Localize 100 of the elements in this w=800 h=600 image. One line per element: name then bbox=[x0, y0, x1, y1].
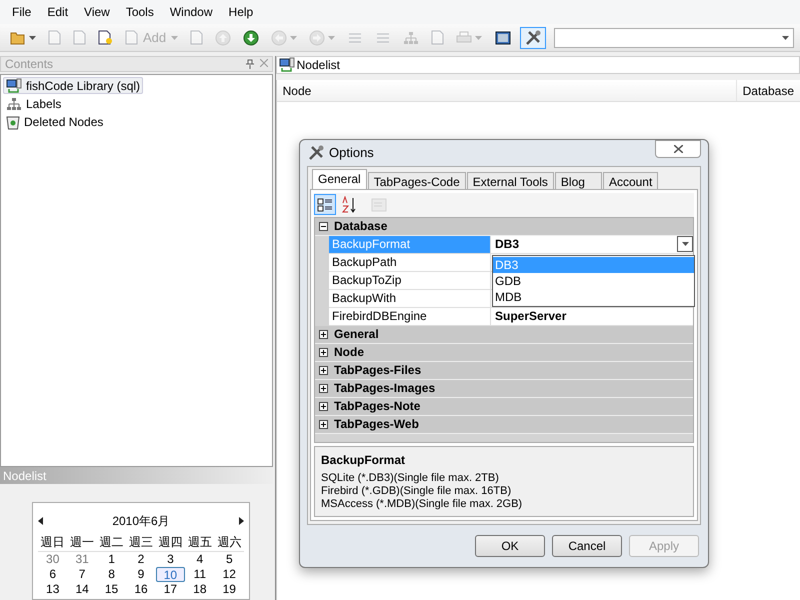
expand-icon[interactable] bbox=[319, 384, 328, 393]
next-month-icon[interactable] bbox=[239, 517, 244, 525]
printer-icon bbox=[456, 30, 472, 44]
calendar-day[interactable]: 15 bbox=[96, 582, 126, 597]
calendar-day[interactable]: 18 bbox=[185, 582, 215, 597]
page-icon bbox=[190, 30, 204, 45]
previous-month-icon[interactable] bbox=[38, 517, 43, 525]
weekday-label: 週日 bbox=[40, 534, 66, 551]
weekday-label: 週一 bbox=[69, 534, 96, 551]
dialog-button[interactable]: Cancel bbox=[552, 534, 622, 557]
description-title: BackupFormat bbox=[321, 452, 406, 469]
category-row[interactable]: Database bbox=[315, 218, 693, 236]
property-name[interactable]: BackupToZip bbox=[329, 272, 491, 290]
menu-item[interactable]: Edit bbox=[39, 3, 76, 21]
calendar-day[interactable]: 3 bbox=[156, 552, 186, 567]
dialog-tab[interactable]: Blog bbox=[554, 172, 602, 189]
weekday-label: 週三 bbox=[128, 534, 154, 551]
calendar-day[interactable]: 16 bbox=[126, 582, 156, 597]
calendar-day[interactable]: 6 bbox=[38, 567, 68, 582]
dialog-tab[interactable]: Account bbox=[602, 172, 658, 189]
expand-icon[interactable] bbox=[319, 366, 328, 375]
calendar-day[interactable]: 11 bbox=[185, 567, 215, 582]
sort-az-icon bbox=[341, 196, 357, 214]
column-header[interactable]: Node bbox=[276, 80, 737, 101]
dropdown-button[interactable] bbox=[677, 236, 693, 252]
calendar-day[interactable]: 4 bbox=[185, 552, 215, 567]
weekday-label: 週四 bbox=[157, 534, 184, 551]
calendar-day[interactable]: 7 bbox=[67, 567, 97, 582]
category-row[interactable]: TabPages-Images bbox=[315, 380, 693, 398]
hierarchy-icon bbox=[6, 96, 22, 110]
menu-item[interactable]: File bbox=[4, 3, 40, 21]
caret-icon bbox=[171, 36, 178, 40]
folder-icon bbox=[10, 30, 26, 44]
expand-icon[interactable] bbox=[319, 402, 328, 411]
menu-item[interactable]: Window bbox=[162, 3, 221, 21]
category-row[interactable]: General bbox=[315, 326, 693, 344]
computer-icon bbox=[6, 78, 22, 94]
document-tab[interactable]: Nodelist bbox=[276, 56, 800, 74]
page-icon bbox=[431, 30, 444, 45]
tree-item[interactable]: Deleted Nodes bbox=[3, 113, 106, 130]
property-name[interactable]: BackupWith bbox=[329, 290, 491, 308]
expand-icon[interactable] bbox=[319, 420, 328, 429]
tools-icon bbox=[524, 28, 542, 46]
calendar-day[interactable]: 31 bbox=[67, 552, 97, 567]
close-button[interactable] bbox=[655, 140, 701, 158]
description-text: MSAccess (*.MDB)(Single file max. 2GB) bbox=[321, 498, 524, 511]
expand-icon[interactable] bbox=[319, 330, 328, 339]
caret-icon bbox=[290, 36, 298, 40]
calendar-day[interactable]: 17 bbox=[156, 582, 186, 597]
expand-icon[interactable] bbox=[319, 348, 328, 357]
calendar-day[interactable]: 19 bbox=[214, 582, 244, 597]
description-text: Firebird (*.GDB)(Single file max. 16TB) bbox=[321, 484, 512, 498]
dialog-tab[interactable]: TabPages-Code bbox=[368, 172, 466, 189]
category-row[interactable]: TabPages-Web bbox=[315, 416, 693, 434]
menu-item[interactable]: Tools bbox=[118, 3, 162, 21]
calendar-day[interactable]: 5 bbox=[214, 552, 244, 567]
category-row[interactable]: TabPages-Note bbox=[315, 398, 693, 416]
menu-item[interactable]: Help bbox=[220, 3, 262, 21]
dialog-button[interactable]: OK bbox=[475, 534, 545, 557]
description-text: SQLite (*.DB3)(Single file max. 2TB) bbox=[321, 472, 500, 485]
pin-icon[interactable] bbox=[246, 59, 254, 69]
caret-icon bbox=[328, 36, 336, 40]
category-row[interactable]: TabPages-Files bbox=[315, 362, 693, 380]
calendar-day[interactable]: 12 bbox=[214, 567, 244, 582]
dialog-tab[interactable]: External Tools bbox=[466, 172, 554, 189]
calendar-day[interactable]: 10 bbox=[156, 567, 186, 582]
panel-title: Nodelist bbox=[3, 468, 46, 484]
dialog-tab[interactable]: General bbox=[312, 168, 367, 189]
calendar-day[interactable]: 2 bbox=[126, 552, 156, 567]
calendar-day[interactable]: 14 bbox=[67, 582, 97, 597]
property-name[interactable]: FirebirdDBEngine bbox=[329, 308, 491, 326]
property-name[interactable]: BackupPath bbox=[329, 254, 491, 272]
calendar-day[interactable]: 30 bbox=[38, 552, 68, 567]
tree-item[interactable]: fishCode Library (sql) bbox=[3, 77, 144, 94]
page-icon bbox=[73, 30, 86, 45]
property-value[interactable]: DB3 bbox=[495, 235, 520, 254]
view-button[interactable] bbox=[314, 194, 336, 216]
calendar-day[interactable]: 1 bbox=[96, 552, 126, 567]
toolbar-button[interactable] bbox=[520, 26, 546, 48]
caret-icon bbox=[682, 242, 688, 246]
collapse-icon[interactable] bbox=[319, 222, 328, 231]
dropdown-option[interactable]: MDB bbox=[493, 288, 694, 305]
calendar-day[interactable]: 13 bbox=[38, 582, 68, 597]
computer-icon bbox=[278, 57, 295, 73]
caret-icon bbox=[29, 36, 36, 40]
column-header[interactable]: Database bbox=[736, 80, 800, 101]
tools-icon bbox=[307, 144, 325, 162]
lines-icon bbox=[347, 30, 364, 44]
panel-title: Contents bbox=[5, 56, 54, 73]
dialog-title: Options bbox=[329, 144, 374, 162]
page-star-icon bbox=[98, 30, 113, 45]
calendar-day[interactable]: 9 bbox=[126, 567, 156, 582]
calendar-day[interactable]: 8 bbox=[96, 567, 126, 582]
close-icon bbox=[674, 145, 682, 153]
menu-item[interactable]: View bbox=[76, 3, 118, 21]
category-row[interactable]: Node bbox=[315, 344, 693, 362]
caret-icon bbox=[475, 36, 482, 40]
hierarchy-icon bbox=[403, 30, 420, 44]
tree-item[interactable]: Labels bbox=[3, 95, 64, 112]
dropdown-option[interactable]: GDB bbox=[493, 272, 694, 289]
